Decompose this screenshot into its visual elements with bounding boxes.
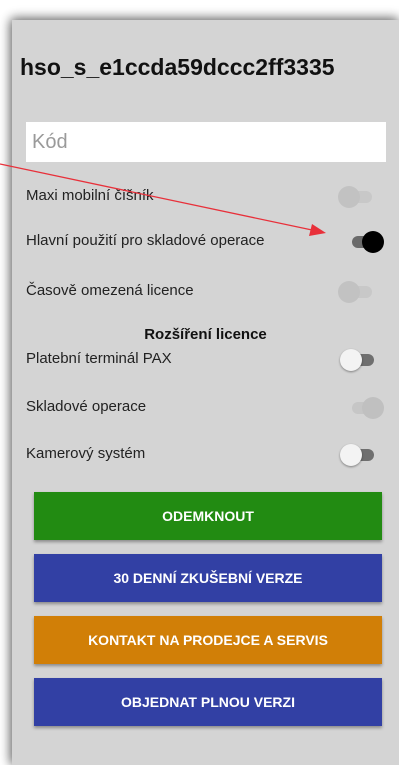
extension-row-pax-terminal: Platební terminál PAX [26, 344, 386, 374]
extension-row-camera-system: Kamerový systém [26, 439, 386, 469]
extension-label: Kamerový systém [26, 445, 146, 462]
contact-dealer-button[interactable]: KONTAKT NA PRODEJCE A SERVIS [34, 616, 382, 664]
license-row-time-limited: Časově omezená licence [26, 276, 386, 306]
time-limited-license-toggle[interactable] [338, 280, 374, 304]
extension-label: Skladové operace [26, 398, 147, 415]
contact-dealer-button-label: KONTAKT NA PRODEJCE A SERVIS [88, 632, 328, 648]
unlock-button-label: ODEMKNOUT [162, 508, 254, 524]
license-label: Maxi mobilní číšník [26, 187, 154, 204]
pax-terminal-toggle[interactable] [340, 348, 376, 372]
code-input[interactable] [26, 122, 386, 162]
device-id-title: hso_s_e1ccda59dccc2ff3335 [20, 54, 335, 80]
camera-system-toggle[interactable] [340, 443, 376, 467]
license-label: Časově omezená licence [26, 282, 194, 299]
license-row-main-warehouse-use: Hlavní použití pro skladové operace [26, 226, 386, 256]
order-full-version-button[interactable]: OBJEDNAT PLNOU VERZI [34, 678, 382, 726]
main-warehouse-use-toggle[interactable] [348, 230, 384, 254]
extensions-heading: Rozšíření licence [144, 326, 267, 343]
trial-version-button[interactable]: 30 DENNÍ ZKUŠEBNÍ VERZE [34, 554, 382, 602]
license-row-maxi-mobile-waiter: Maxi mobilní číšník [26, 181, 386, 211]
order-full-version-button-label: OBJEDNAT PLNOU VERZI [121, 694, 295, 710]
maxi-mobile-waiter-toggle[interactable] [338, 185, 374, 209]
extension-row-warehouse-operations: Skladové operace [26, 392, 386, 422]
warehouse-operations-toggle[interactable] [348, 396, 384, 420]
unlock-button[interactable]: ODEMKNOUT [34, 492, 382, 540]
license-label: Hlavní použití pro skladové operace [26, 232, 265, 249]
trial-version-button-label: 30 DENNÍ ZKUŠEBNÍ VERZE [113, 570, 303, 586]
extension-label: Platební terminál PAX [26, 350, 172, 367]
